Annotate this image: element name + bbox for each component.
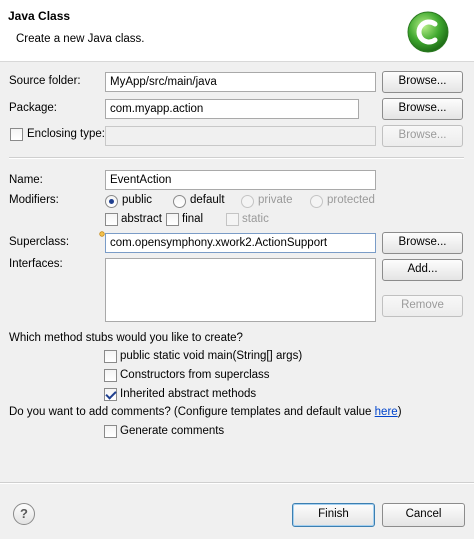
package-input[interactable]: com.myapp.action: [105, 99, 359, 119]
comments-question-end: ): [397, 406, 402, 418]
name-label: Name:: [9, 174, 43, 186]
package-label: Package:: [9, 102, 57, 114]
wizard-header: Java Class Create a new Java class.: [0, 0, 474, 62]
enclosing-type-checkbox[interactable]: [10, 128, 23, 141]
wizard-title: Java Class: [8, 9, 71, 23]
separator: [9, 158, 464, 159]
inherited-methods-label: Inherited abstract methods: [120, 388, 257, 400]
method-stubs-question: Which method stubs would you like to cre…: [9, 332, 243, 344]
modifier-private-radio[interactable]: [241, 195, 254, 208]
superclass-browse-button[interactable]: Browse...: [382, 232, 463, 254]
generate-comments-checkbox[interactable]: [104, 425, 117, 438]
modifier-static-checkbox[interactable]: [226, 213, 239, 226]
name-input[interactable]: EventAction: [105, 170, 376, 190]
modifier-static-label: static: [242, 213, 269, 225]
cancel-button[interactable]: Cancel: [382, 503, 465, 527]
modifier-abstract-label: abstract: [121, 213, 162, 225]
wizard-description: Create a new Java class.: [16, 33, 145, 45]
modifier-public-radio[interactable]: [105, 195, 118, 208]
generate-comments-label: Generate comments: [120, 425, 225, 437]
main-method-label: public static void main(String[] args): [120, 350, 303, 362]
superclass-label: Superclass:: [9, 236, 70, 248]
enclosing-type-label: Enclosing type:: [27, 128, 105, 140]
modifier-final-label: final: [182, 213, 204, 225]
class-wizard-logo-icon: [407, 11, 449, 53]
modifier-protected-label: protected: [327, 194, 375, 206]
enclosing-type-input[interactable]: [105, 126, 376, 146]
footer-separator: [0, 483, 474, 484]
constructors-checkbox[interactable]: [104, 369, 117, 382]
modifier-abstract-checkbox[interactable]: [105, 213, 118, 226]
modifier-private-label: private: [258, 194, 293, 206]
modifier-default-label: default: [190, 194, 225, 206]
constructors-label: Constructors from superclass: [120, 369, 270, 381]
modifier-final-checkbox[interactable]: [166, 213, 179, 226]
help-icon[interactable]: ?: [13, 503, 35, 525]
source-folder-browse-button[interactable]: Browse...: [382, 71, 463, 93]
source-folder-input[interactable]: MyApp/src/main/java: [105, 72, 376, 92]
comments-question-text: Do you want to add comments? (Configure …: [9, 406, 375, 418]
source-folder-label: Source folder:: [9, 75, 81, 87]
modifier-protected-radio[interactable]: [310, 195, 323, 208]
inherited-methods-checkbox[interactable]: [104, 388, 117, 401]
finish-button[interactable]: Finish: [292, 503, 375, 527]
remove-interface-button[interactable]: Remove: [382, 295, 463, 317]
enclosing-type-browse-button[interactable]: Browse...: [382, 125, 463, 147]
wizard-body: Source folder: MyApp/src/main/java Brows…: [0, 62, 474, 539]
interfaces-list[interactable]: [105, 258, 376, 322]
superclass-input[interactable]: com.opensymphony.xwork2.ActionSupport: [105, 233, 376, 253]
modifier-default-radio[interactable]: [173, 195, 186, 208]
interfaces-label: Interfaces:: [9, 258, 63, 270]
add-interface-button[interactable]: Add...: [382, 259, 463, 281]
package-browse-button[interactable]: Browse...: [382, 98, 463, 120]
configure-templates-link[interactable]: here: [375, 406, 398, 418]
main-method-checkbox[interactable]: [104, 350, 117, 363]
modifier-public-label: public: [122, 194, 153, 206]
comments-question: Do you want to add comments? (Configure …: [9, 406, 402, 418]
modifiers-label: Modifiers:: [9, 194, 59, 206]
